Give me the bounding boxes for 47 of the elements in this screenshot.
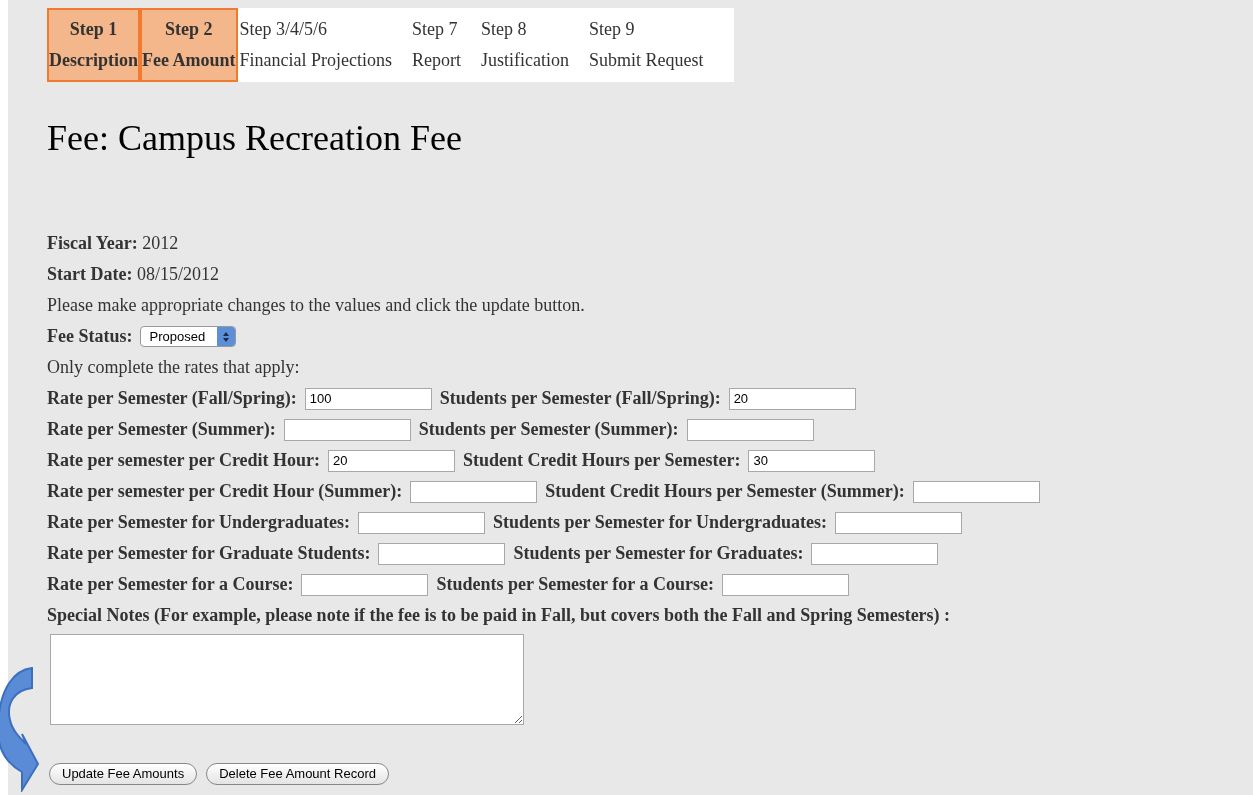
special-notes-field[interactable]: [50, 634, 524, 725]
step-tab[interactable]: Step 3/4/5/6 Financial Projections: [237, 8, 410, 82]
students-input[interactable]: [834, 511, 962, 534]
step-tab[interactable]: Step 1 Description: [47, 8, 140, 82]
students-input[interactable]: [686, 418, 814, 441]
step-tab[interactable]: Step 9 Submit Request: [587, 8, 722, 82]
rate-label: Rate per Semester for Undergraduates:: [47, 511, 350, 534]
students-input[interactable]: [721, 573, 849, 596]
students-label: Student Credit Hours per Semester:: [463, 449, 741, 472]
special-notes-label: Special Notes (For example, please note if the fee is to be paid in Fall, but covers both the Fall and Spring Semesters) :: [47, 604, 952, 627]
rate-input[interactable]: 100: [304, 387, 432, 410]
rate-label: Rate per Semester for Graduate Students:: [47, 542, 371, 565]
students-label: Students per Semester for a Course:: [436, 573, 714, 596]
students-label: Students per Semester (Summer):: [418, 418, 679, 441]
students-label: Students per Semester for Undergraduates:: [492, 511, 827, 534]
rate-label: Rate per semester per Credit Hour:: [47, 449, 321, 472]
students-input[interactable]: [811, 542, 939, 565]
page-title: Fee: Campus Recreation Fee: [47, 117, 463, 160]
action-button[interactable]: Delete Fee Amount Record: [206, 763, 389, 785]
students-input[interactable]: [912, 480, 1040, 503]
rate-input[interactable]: [357, 511, 485, 534]
rate-label: Rate per Semester (Summer):: [47, 418, 276, 441]
fee-status-label: Fee Status:: [47, 325, 133, 348]
rate-input[interactable]: [378, 542, 506, 565]
start-date: Start Date: 08/15/2012: [47, 263, 220, 286]
rate-input[interactable]: [410, 480, 538, 503]
rate-label: Rate per Semester for a Course:: [47, 573, 294, 596]
students-label: Students per Semester for Graduates:: [513, 542, 804, 565]
step-tab[interactable]: Step 2 Fee Amount: [140, 8, 238, 82]
step-tab[interactable]: Step 7 Report: [410, 8, 479, 82]
students-input[interactable]: 20: [728, 387, 856, 410]
curved-arrow-icon: [0, 664, 42, 792]
stepper-icon: [217, 327, 236, 346]
fiscal-year: Fiscal Year: 2012: [47, 232, 180, 255]
step-tab[interactable]: Step 8 Justification: [479, 8, 587, 82]
action-button[interactable]: Update Fee Amounts: [49, 763, 198, 785]
rate-input[interactable]: [283, 418, 411, 441]
students-input[interactable]: 30: [748, 449, 876, 472]
students-label: Student Credit Hours per Semester (Summer):: [545, 480, 905, 503]
rate-input[interactable]: [301, 573, 429, 596]
rate-label: Rate per Semester (Fall/Spring):: [47, 387, 297, 410]
rates-note: Only complete the rates that apply:: [47, 356, 301, 379]
rate-label: Rate per semester per Credit Hour (Summer):: [47, 480, 403, 503]
fee-status-select[interactable]: Proposed: [140, 326, 237, 347]
students-label: Students per Semester (Fall/Spring):: [439, 387, 721, 410]
instruction-text: Please make appropriate changes to the values and click the update button.: [47, 294, 586, 317]
rate-input[interactable]: 20: [328, 449, 456, 472]
